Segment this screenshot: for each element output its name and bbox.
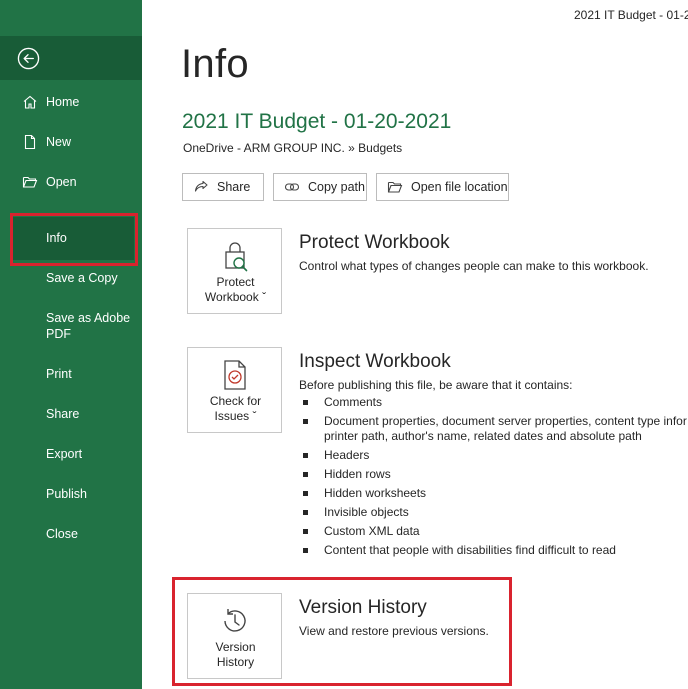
share-icon <box>194 180 208 192</box>
list-item: Headers <box>303 448 688 463</box>
list-item: Invisible objects <box>303 505 688 520</box>
sidebar-item-label: Save as Adobe PDF <box>46 311 131 341</box>
protect-workbook-desc: Control what types of changes people can… <box>299 259 649 273</box>
inspect-document-icon <box>224 360 246 390</box>
protect-card-line1: Protect <box>216 275 255 289</box>
inspect-workbook-desc: Before publishing this file, be aware th… <box>299 378 573 392</box>
sidebar-item-label: Export <box>46 447 83 461</box>
back-area <box>0 36 142 80</box>
list-item: Comments <box>303 395 688 410</box>
inspect-card-line2: Issues ˇ <box>188 408 283 424</box>
highlight-box-version-history <box>172 577 512 686</box>
chevron-down-icon: ˇ <box>258 290 267 304</box>
sidebar-item-label: Publish <box>46 487 87 501</box>
inspect-card-line2-text: Issues <box>214 409 250 423</box>
inspect-items-list: Comments Document properties, document s… <box>303 395 688 562</box>
open-file-location-label: Open file location <box>411 180 508 194</box>
document-title: 2021 IT Budget - 01-20-2021 <box>182 110 452 133</box>
copy-path-button-label: Copy path <box>308 180 365 194</box>
protect-card-line2-text: Workbook <box>204 290 259 304</box>
protect-workbook-title: Protect Workbook <box>299 232 450 253</box>
list-item-line: Document properties, document server pro… <box>324 414 687 428</box>
sidebar-item-label: Open <box>46 175 77 189</box>
page-title: Info <box>181 42 249 86</box>
sidebar-item-label: Print <box>46 367 72 381</box>
inspect-card-line1: Check for <box>209 394 262 408</box>
open-file-location-button[interactable]: Open file location <box>376 173 509 201</box>
window-title: 2021 IT Budget - 01-20 <box>574 8 688 22</box>
list-item: Content that people with disabilities fi… <box>303 543 688 558</box>
sidebar-item-label: Close <box>46 527 78 541</box>
back-arrow-icon[interactable] <box>17 47 40 70</box>
list-item: Document properties, document server pro… <box>303 414 688 444</box>
link-icon <box>284 183 300 191</box>
open-folder-icon <box>22 176 38 188</box>
new-document-icon <box>24 134 36 150</box>
sidebar-item-label: New <box>46 135 72 149</box>
check-for-issues-button[interactable]: Check for Issues ˇ <box>187 347 282 433</box>
folder-icon <box>387 181 403 193</box>
highlight-box-info <box>10 213 138 266</box>
protect-workbook-button[interactable]: Protect Workbook ˇ <box>187 228 282 314</box>
sidebar-item-label: Share <box>46 407 80 421</box>
backstage-sidebar: Home New Open Info Save a Copy Save as A… <box>0 0 142 689</box>
lock-icon <box>225 242 248 272</box>
list-item: Hidden rows <box>303 467 688 482</box>
home-icon <box>23 95 37 109</box>
share-button[interactable]: Share <box>182 173 264 201</box>
list-item-line: printer path, author's name, related dat… <box>324 429 642 443</box>
sidebar-item-label: Home <box>46 95 80 109</box>
chevron-down-icon: ˇ <box>249 409 257 423</box>
document-path: OneDrive - ARM GROUP INC. » Budgets <box>183 141 403 155</box>
share-button-label: Share <box>217 180 251 194</box>
sidebar-item-label: Save a Copy <box>46 271 118 285</box>
list-item: Hidden worksheets <box>303 486 688 501</box>
inspect-workbook-title: Inspect Workbook <box>299 351 451 372</box>
list-item: Custom XML data <box>303 524 688 539</box>
protect-card-line2: Workbook ˇ <box>188 289 283 305</box>
copy-path-button[interactable]: Copy path <box>273 173 367 201</box>
